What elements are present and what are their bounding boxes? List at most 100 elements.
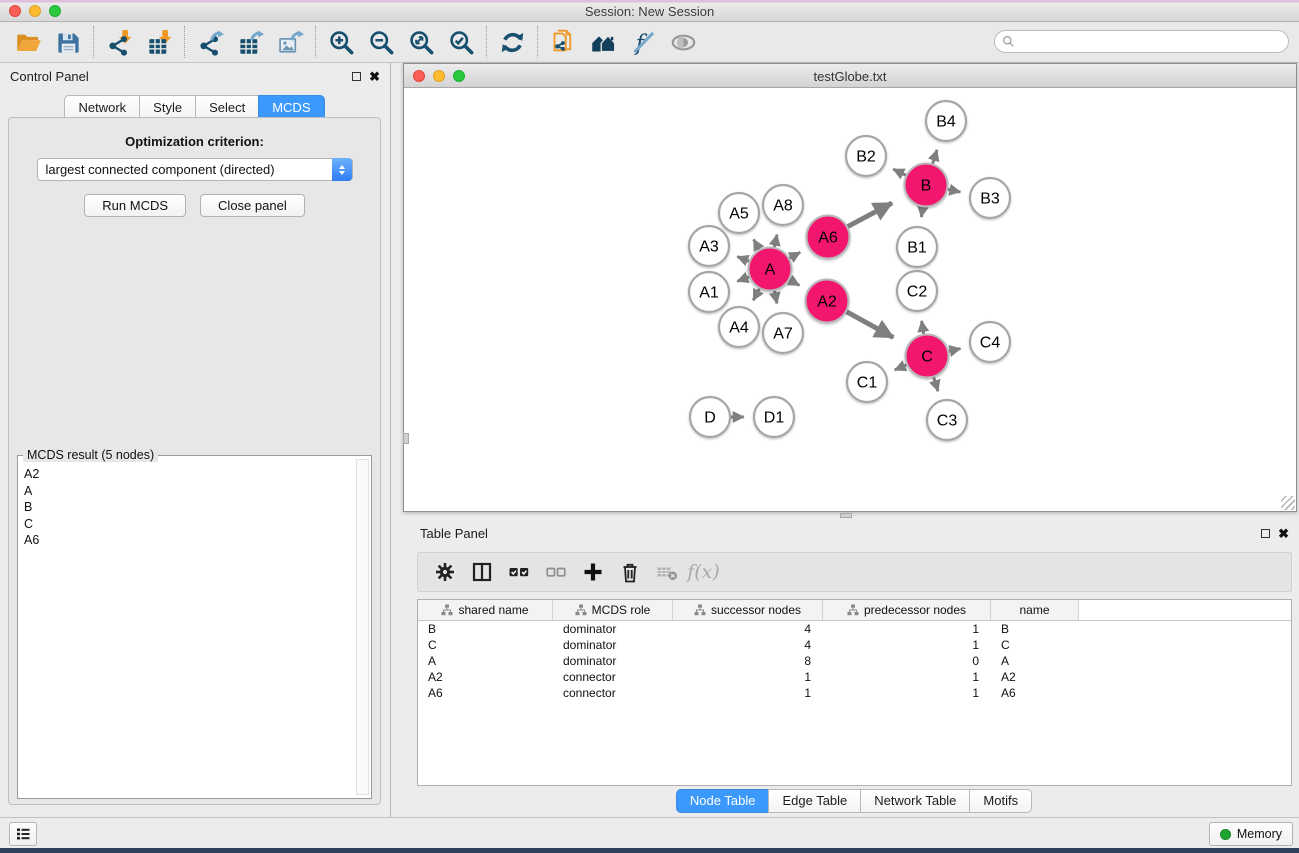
export-table-button[interactable] xyxy=(230,25,270,59)
close-panel-icon[interactable]: ✖ xyxy=(369,70,380,83)
deselect-all-checks-button[interactable] xyxy=(537,556,574,588)
cell-name[interactable]: A6 xyxy=(991,685,1079,701)
cell-shared-name[interactable]: A6 xyxy=(418,685,553,701)
cell-successor-nodes[interactable]: 4 xyxy=(673,621,823,637)
edge-A-A7[interactable] xyxy=(774,290,777,303)
home-view-button[interactable] xyxy=(583,25,623,59)
search-box[interactable] xyxy=(994,30,1289,53)
result-item[interactable]: A xyxy=(24,483,349,500)
close-panel-button[interactable]: Close panel xyxy=(200,194,305,217)
mcds-result-list[interactable]: A2ABCA6 xyxy=(18,460,355,796)
vertical-splitter-handle[interactable] xyxy=(403,433,409,444)
table-row[interactable]: Adominator80A xyxy=(418,653,1291,669)
close-table-panel-icon[interactable]: ✖ xyxy=(1278,527,1289,540)
edge-A-A2[interactable] xyxy=(789,280,800,286)
table-row[interactable]: A2connector11A2 xyxy=(418,669,1291,685)
criterion-dropdown[interactable]: largest connected component (directed) xyxy=(37,158,353,181)
zoom-in-button[interactable] xyxy=(321,25,361,59)
settings-gear-button[interactable] xyxy=(426,556,463,588)
float-table-panel-icon[interactable] xyxy=(1261,529,1270,538)
network-from-file-button[interactable] xyxy=(543,25,583,59)
cell-MCDS-role[interactable]: dominator xyxy=(553,621,673,637)
refresh-button[interactable] xyxy=(492,25,532,59)
cell-successor-nodes[interactable]: 1 xyxy=(673,685,823,701)
export-image-button[interactable] xyxy=(270,25,310,59)
float-panel-icon[interactable] xyxy=(352,72,361,81)
edge-B-B3[interactable] xyxy=(947,189,960,192)
column-header-MCDS-role[interactable]: MCDS role xyxy=(553,600,673,620)
edge-A-A4[interactable] xyxy=(753,288,760,300)
hide-annotations-button[interactable]: f xyxy=(623,25,663,59)
run-mcds-button[interactable]: Run MCDS xyxy=(84,194,186,217)
cell-MCDS-role[interactable]: connector xyxy=(553,669,673,685)
show-graphics-details-button[interactable] xyxy=(663,25,703,59)
tab-network-table[interactable]: Network Table xyxy=(860,789,970,813)
edge-C-C4[interactable] xyxy=(948,349,961,352)
result-scrollbar[interactable] xyxy=(356,459,369,795)
columns-button[interactable] xyxy=(463,556,500,588)
tab-node-table[interactable]: Node Table xyxy=(676,789,770,813)
cell-predecessor-nodes[interactable]: 0 xyxy=(823,653,991,669)
cell-shared-name[interactable]: A2 xyxy=(418,669,553,685)
edge-A2-C[interactable] xyxy=(846,311,893,337)
import-network-button[interactable] xyxy=(99,25,139,59)
result-item[interactable]: C xyxy=(24,516,349,533)
cell-predecessor-nodes[interactable]: 1 xyxy=(823,621,991,637)
cell-predecessor-nodes[interactable]: 1 xyxy=(823,685,991,701)
cell-predecessor-nodes[interactable]: 1 xyxy=(823,637,991,653)
cell-name[interactable]: A2 xyxy=(991,669,1079,685)
cell-name[interactable]: C xyxy=(991,637,1079,653)
table-row[interactable]: Cdominator41C xyxy=(418,637,1291,653)
edge-C-C3[interactable] xyxy=(933,377,938,392)
edge-A6-B[interactable] xyxy=(847,203,892,227)
network-canvas[interactable]: AA1A2A3A4A5A6A7A8BB1B2B3B4CC1C2C3C4DD1 xyxy=(404,88,1296,511)
cell-MCDS-role[interactable]: dominator xyxy=(553,653,673,669)
cell-name[interactable]: A xyxy=(991,653,1079,669)
export-network-button[interactable] xyxy=(190,25,230,59)
cell-shared-name[interactable]: B xyxy=(418,621,553,637)
column-header-shared-name[interactable]: shared name xyxy=(418,600,553,620)
cell-MCDS-role[interactable]: connector xyxy=(553,685,673,701)
resize-grip-icon[interactable] xyxy=(1281,496,1295,510)
zoom-selected-button[interactable] xyxy=(441,25,481,59)
node-table[interactable]: shared nameMCDS rolesuccessor nodesprede… xyxy=(417,599,1292,786)
cell-shared-name[interactable]: A xyxy=(418,653,553,669)
horizontal-splitter-handle[interactable] xyxy=(840,513,852,518)
delete-row-button[interactable] xyxy=(611,556,648,588)
edge-A-A6[interactable] xyxy=(789,252,800,258)
search-input[interactable] xyxy=(1015,35,1288,49)
table-row[interactable]: Bdominator41B xyxy=(418,621,1291,637)
task-history-button[interactable] xyxy=(9,822,37,846)
tab-edge-table[interactable]: Edge Table xyxy=(768,789,861,813)
table-row[interactable]: A6connector11A6 xyxy=(418,685,1291,701)
cell-predecessor-nodes[interactable]: 1 xyxy=(823,669,991,685)
network-graph[interactable]: AA1A2A3A4A5A6A7A8BB1B2B3B4CC1C2C3C4DD1 xyxy=(404,88,1296,511)
cell-MCDS-role[interactable]: dominator xyxy=(553,637,673,653)
save-session-button[interactable] xyxy=(48,25,88,59)
result-item[interactable]: A6 xyxy=(24,532,349,549)
edge-B-B1[interactable] xyxy=(921,206,923,217)
edge-C-C1[interactable] xyxy=(895,365,908,370)
column-header-name[interactable]: name xyxy=(991,600,1079,620)
edge-A-A8[interactable] xyxy=(774,235,777,248)
cell-shared-name[interactable]: C xyxy=(418,637,553,653)
memory-button[interactable]: Memory xyxy=(1209,822,1293,846)
edge-A-A3[interactable] xyxy=(737,257,750,262)
edge-A-A5[interactable] xyxy=(754,239,760,250)
edge-B-B4[interactable] xyxy=(932,150,937,165)
select-all-checks-button[interactable] xyxy=(500,556,537,588)
add-row-button[interactable] xyxy=(574,556,611,588)
import-table-button[interactable] xyxy=(139,25,179,59)
cell-successor-nodes[interactable]: 4 xyxy=(673,637,823,653)
cell-name[interactable]: B xyxy=(991,621,1079,637)
column-header-predecessor-nodes[interactable]: predecessor nodes xyxy=(823,600,991,620)
zoom-out-button[interactable] xyxy=(361,25,401,59)
cell-successor-nodes[interactable]: 8 xyxy=(673,653,823,669)
zoom-fit-button[interactable] xyxy=(401,25,441,59)
column-header-successor-nodes[interactable]: successor nodes xyxy=(673,600,823,620)
network-window-titlebar[interactable]: testGlobe.txt xyxy=(404,64,1296,88)
edge-B-B2[interactable] xyxy=(893,169,906,176)
edge-A-A1[interactable] xyxy=(737,277,750,282)
edge-C-C2[interactable] xyxy=(922,321,924,335)
open-session-button[interactable] xyxy=(8,25,48,59)
